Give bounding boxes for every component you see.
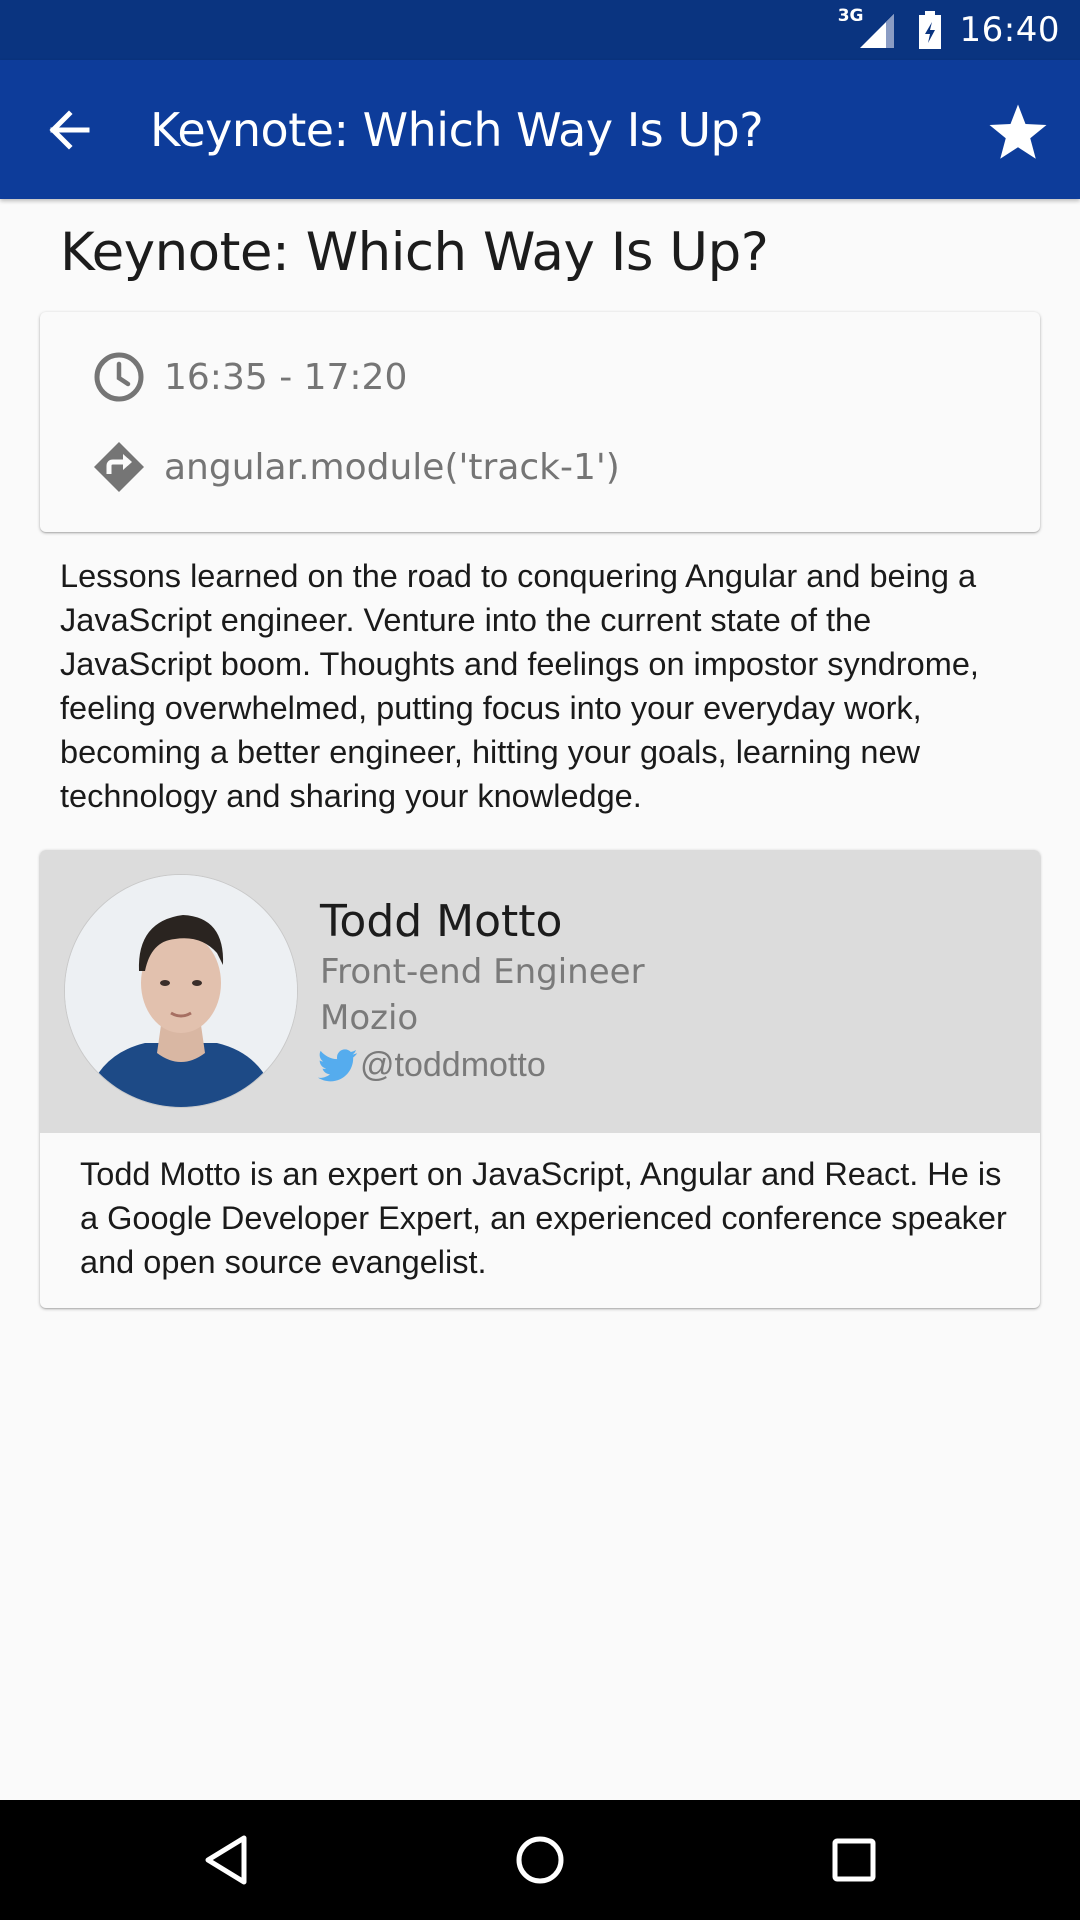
back-button[interactable] <box>28 92 110 167</box>
battery-icon <box>918 11 941 49</box>
nav-recents-button[interactable] <box>818 1824 890 1896</box>
directions-icon <box>92 440 146 494</box>
clock-icon <box>92 350 146 404</box>
status-bar: 3G 16:40 <box>0 0 1080 60</box>
arrow-left-icon <box>49 109 90 150</box>
nav-back-button[interactable] <box>190 1824 262 1896</box>
speaker-header: Todd Motto Front-end Engineer Mozio @tod… <box>40 850 1040 1133</box>
triangle-back-icon <box>205 1835 247 1885</box>
session-time-row: 16:35 - 17:20 <box>92 350 407 404</box>
circle-home-icon <box>516 1836 564 1884</box>
favorite-button[interactable] <box>978 94 1058 169</box>
speaker-twitter-link[interactable]: @toddmotto <box>318 1046 546 1085</box>
speaker-name: Todd Motto <box>320 896 563 947</box>
navigation-bar <box>0 1800 1080 1920</box>
session-info-card <box>40 312 1040 532</box>
session-title: Keynote: Which Way Is Up? <box>60 222 769 283</box>
nav-home-button[interactable] <box>504 1824 576 1896</box>
session-room-row: angular.module('track-1') <box>92 440 620 494</box>
speaker-company: Mozio <box>320 998 419 1038</box>
speaker-twitter-handle: @toddmotto <box>360 1046 546 1084</box>
star-icon <box>989 104 1047 159</box>
square-recents-icon <box>832 1838 876 1882</box>
speaker-role: Front-end Engineer <box>320 952 645 992</box>
speaker-card[interactable]: Todd Motto Front-end Engineer Mozio @tod… <box>40 850 1040 1308</box>
app-bar-title: Keynote: Which Way Is Up? <box>150 102 764 157</box>
twitter-icon <box>318 1048 358 1081</box>
session-description: Lessons learned on the road to conquerin… <box>60 558 979 814</box>
network-indicator: 3G <box>838 6 896 50</box>
session-time: 16:35 - 17:20 <box>164 356 408 398</box>
signal-icon <box>859 14 894 48</box>
speaker-avatar <box>64 874 298 1108</box>
status-time: 16:40 <box>959 10 1060 50</box>
speaker-bio: Todd Motto is an expert on JavaScript, A… <box>80 1156 1007 1280</box>
status-icons: 3G 16:40 <box>838 0 1060 60</box>
session-room: angular.module('track-1') <box>164 446 620 488</box>
app-bar: Keynote: Which Way Is Up? <box>0 60 1080 199</box>
